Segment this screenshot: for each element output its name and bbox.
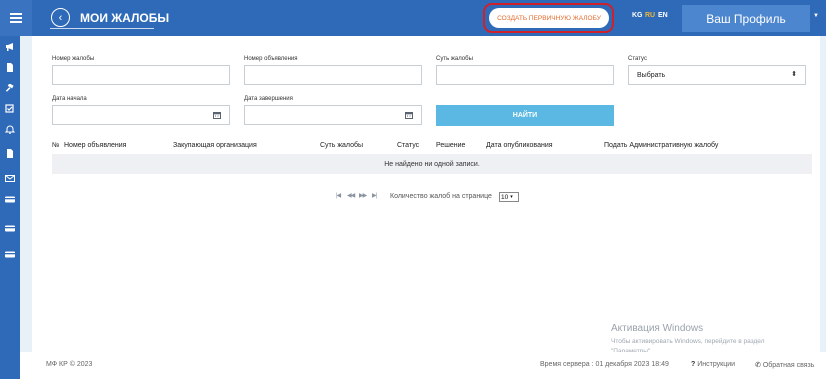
- announcement-number-input[interactable]: [244, 65, 422, 85]
- per-page-select[interactable]: 10 ▾: [499, 192, 519, 202]
- column-header-essence: Суть жалобы: [320, 142, 364, 149]
- column-header-decision: Решение: [436, 142, 466, 149]
- chevron-left-icon: ‹: [58, 11, 63, 24]
- windows-activation-title: Активация Windows: [611, 323, 704, 334]
- phone-icon: ✆: [755, 362, 761, 369]
- calendar-icon[interactable]: [213, 111, 221, 119]
- sidebar: [0, 36, 20, 379]
- document-icon[interactable]: [5, 149, 15, 158]
- page-title: МОИ ЖАЛОБЫ: [80, 11, 170, 25]
- next-page-icon[interactable]: ▶▶: [359, 192, 367, 199]
- status-select[interactable]: Выбрать ⬍: [628, 65, 806, 85]
- server-time-text: Время сервера : 01 декабря 2023 18:49: [540, 361, 669, 368]
- card-icon[interactable]: [5, 250, 15, 259]
- start-date-input[interactable]: [52, 105, 230, 125]
- title-underline: [50, 28, 154, 29]
- column-header-organization: Закупающая организация: [173, 142, 257, 149]
- hamburger-menu-button[interactable]: [0, 0, 32, 36]
- start-date-label: Дата начала: [52, 96, 87, 102]
- status-select-value: Выбрать: [637, 71, 666, 79]
- back-button[interactable]: ‹: [51, 8, 70, 27]
- prev-page-icon[interactable]: ◀◀: [347, 192, 355, 199]
- column-header-admin-complaint: Подать Административную жалобу: [604, 142, 719, 149]
- complaint-essence-input[interactable]: [436, 65, 614, 85]
- bell-icon[interactable]: [5, 125, 15, 134]
- envelope-icon[interactable]: [5, 174, 15, 183]
- copyright-text: МФ КР © 2023: [46, 361, 93, 368]
- main-panel: Номер жалобы Номер объявления Суть жалоб…: [32, 36, 820, 352]
- announcement-number-label: Номер объявления: [244, 56, 298, 62]
- top-bar: ‹ МОИ ЖАЛОБЫ СОЗДАТЬ ПЕРВИЧНУЮ ЖАЛОБУ KG…: [0, 0, 826, 36]
- instructions-label: Инструкции: [697, 361, 736, 368]
- profile-button[interactable]: Ваш Профиль: [682, 5, 810, 32]
- lang-kg[interactable]: KG: [632, 12, 643, 19]
- document-icon[interactable]: [5, 63, 15, 72]
- complaint-number-label: Номер жалобы: [52, 56, 95, 62]
- gavel-icon[interactable]: [5, 84, 15, 93]
- question-icon: ?: [691, 361, 696, 368]
- instructions-link[interactable]: ? Инструкции: [691, 361, 735, 368]
- end-date-input[interactable]: [244, 105, 422, 125]
- checklist-icon[interactable]: [5, 104, 15, 113]
- column-header-announcement: Номер объявления: [64, 142, 127, 149]
- status-label: Статус: [628, 56, 647, 62]
- column-header-number: №: [52, 142, 60, 149]
- feedback-label: Обратная связь: [762, 362, 815, 369]
- complaint-essence-label: Суть жалобы: [436, 56, 473, 62]
- column-header-status: Статус: [397, 142, 420, 149]
- feedback-link[interactable]: ✆ Обратная связь: [755, 361, 814, 369]
- lang-en[interactable]: EN: [658, 12, 668, 19]
- complaint-number-input[interactable]: [52, 65, 230, 85]
- end-date-label: Дата завершения: [244, 96, 293, 102]
- per-page-label: Количество жалоб на странице: [390, 193, 492, 200]
- caret-down-icon[interactable]: ▼: [813, 13, 819, 19]
- create-complaint-button[interactable]: СОЗДАТЬ ПЕРВИЧНУЮ ЖАЛОБУ: [489, 8, 609, 28]
- card-icon[interactable]: [5, 195, 15, 204]
- lang-ru[interactable]: RU: [645, 12, 655, 19]
- megaphone-icon[interactable]: [5, 42, 15, 51]
- last-page-icon[interactable]: ▶|: [372, 192, 377, 199]
- footer: МФ КР © 2023 Время сервера : 01 декабря …: [20, 352, 826, 379]
- column-header-published-date: Дата опубликования: [486, 142, 553, 149]
- select-arrows-icon: ⬍: [791, 71, 797, 78]
- per-page-value: 10: [501, 193, 509, 201]
- table-empty-row: Не найдено ни одной записи.: [52, 154, 812, 174]
- chevron-down-icon: ▾: [510, 194, 513, 200]
- calendar-icon[interactable]: [405, 111, 413, 119]
- first-page-icon[interactable]: |◀: [336, 192, 341, 199]
- card-icon[interactable]: [5, 224, 15, 233]
- search-button[interactable]: НАЙТИ: [436, 105, 614, 126]
